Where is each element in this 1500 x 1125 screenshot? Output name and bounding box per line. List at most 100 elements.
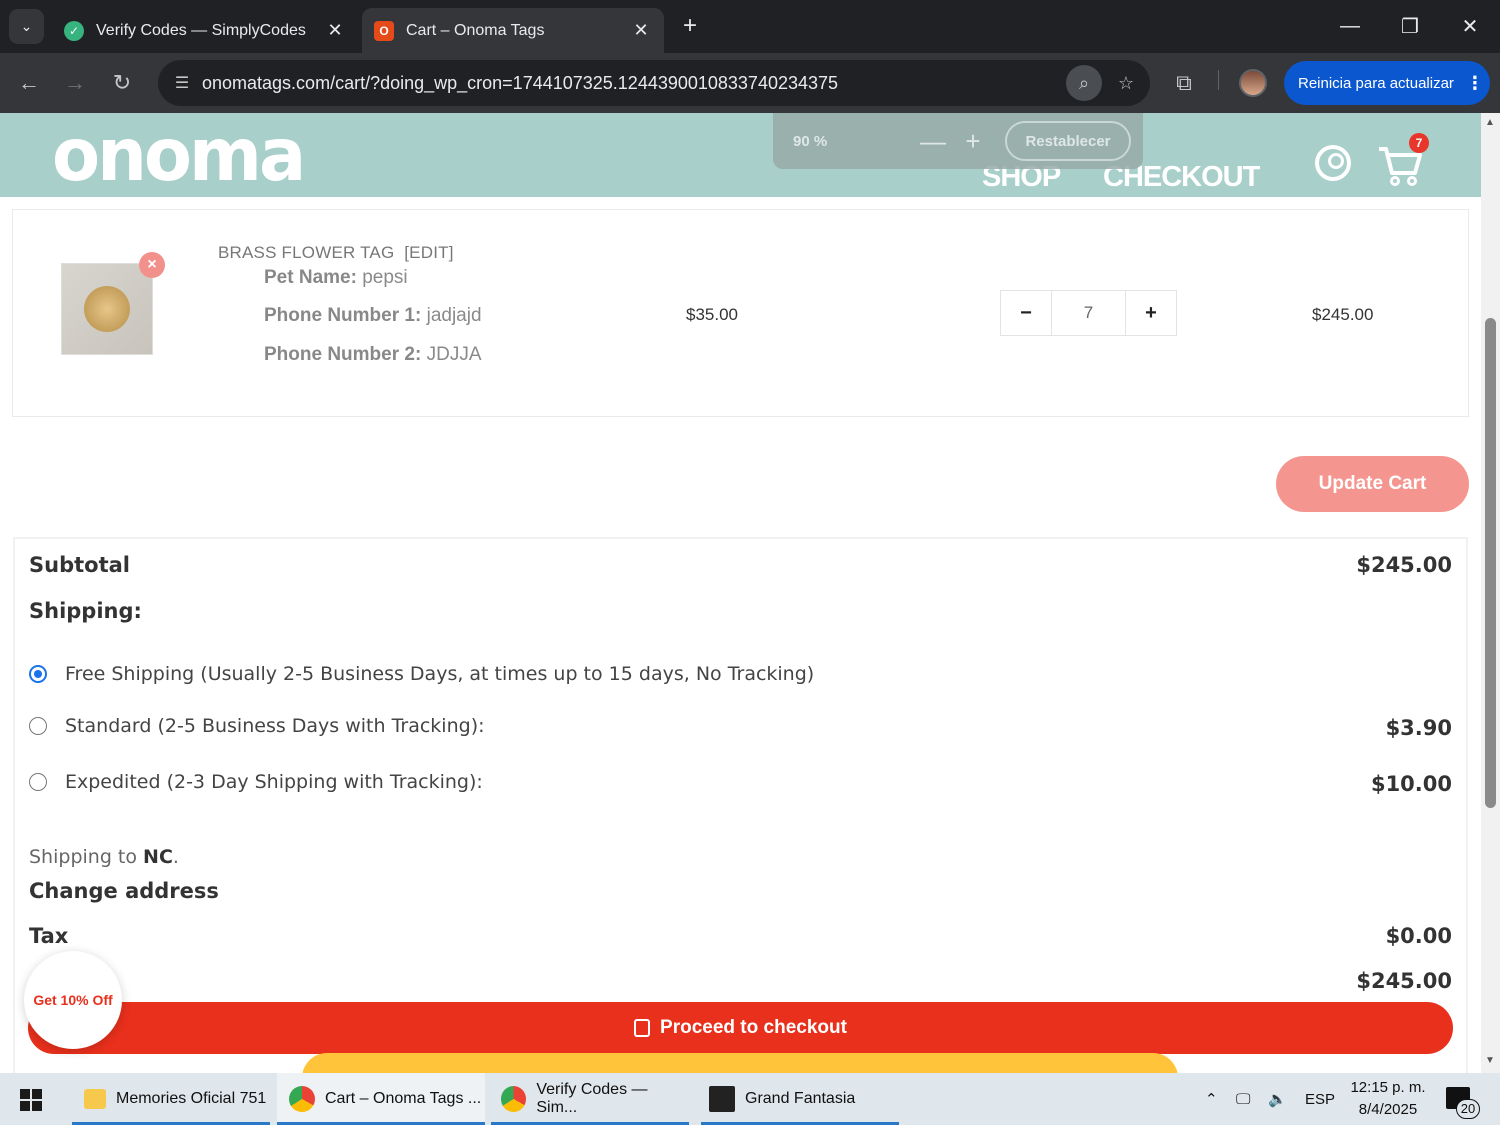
edit-item-link[interactable]: [EDIT]	[404, 243, 453, 262]
product-title: BRASS FLOWER TAG [EDIT]	[218, 243, 454, 263]
browser-toolbar: ← → ↻ ☰ onomatags.com/cart/?doing_wp_cro…	[0, 53, 1500, 113]
chrome-icon	[501, 1086, 527, 1112]
shipping-to-suffix: .	[172, 846, 179, 868]
taskbar-item-chrome-cart[interactable]: Cart – Onoma Tags ...	[277, 1073, 485, 1125]
zoom-reset-button[interactable]: Restablecer	[1005, 121, 1131, 161]
tab-cart-onoma[interactable]: O Cart – Onoma Tags ✕	[362, 8, 664, 53]
zoom-in-button[interactable]: +	[953, 126, 993, 157]
meta-value: pepsi	[362, 267, 408, 288]
zoom-popup: 90 % — + Restablecer	[773, 113, 1143, 169]
discount-bubble[interactable]: Get 10% Off	[24, 951, 122, 1049]
clock-time: 12:15 p. m.	[1350, 1079, 1426, 1096]
shipping-state: NC	[143, 846, 173, 868]
account-user-icon[interactable]	[1315, 145, 1351, 181]
tab-search-button[interactable]: ⌄	[9, 9, 44, 44]
forward-arrow-icon[interactable]: →	[57, 65, 93, 101]
taskbar-item-chrome-verify[interactable]: Verify Codes — Sim...	[491, 1073, 689, 1125]
radio-unselected[interactable]	[29, 717, 47, 735]
tray-chevron-up-icon[interactable]: ⌃	[1205, 1073, 1218, 1125]
site-header: onoma SHOP CHECKOUT 7	[0, 113, 1481, 197]
game-icon	[709, 1086, 735, 1112]
volume-icon[interactable]: 🔈	[1268, 1073, 1287, 1125]
minimize-icon[interactable]: —	[1320, 0, 1380, 53]
meta-phone-1: Phone Number 1: jadjajd	[264, 305, 482, 327]
toolbar-divider	[1218, 70, 1219, 90]
shipping-to-prefix: Shipping to	[29, 846, 137, 868]
folder-icon	[84, 1089, 106, 1109]
meta-label: Phone Number 1:	[264, 305, 422, 326]
proceed-label: Proceed to checkout	[660, 1017, 847, 1038]
close-icon[interactable]: ✕	[322, 20, 348, 41]
product-thumbnail[interactable]	[61, 263, 153, 355]
brass-tag-image	[84, 286, 130, 332]
zoom-level: 90 %	[793, 132, 828, 150]
update-cart-button[interactable]: Update Cart	[1276, 456, 1469, 512]
scrollbar-thumb[interactable]	[1485, 318, 1496, 808]
taskbar-item-game[interactable]: Grand Fantasia	[701, 1073, 899, 1125]
taskbar-item-folder[interactable]: Memories Oficial 751	[72, 1073, 270, 1125]
profile-avatar[interactable]	[1239, 69, 1267, 97]
zoom-out-button[interactable]: —	[913, 126, 953, 157]
url-text[interactable]: onomatags.com/cart/?doing_wp_cron=174410…	[202, 73, 1066, 94]
shipping-option-label: Standard (2-5 Business Days with Trackin…	[65, 715, 485, 737]
shopping-bag-icon	[634, 1019, 651, 1037]
quantity-stepper: − 7 +	[1000, 290, 1177, 336]
proceed-to-checkout-button[interactable]: Proceed to checkout	[28, 1002, 1453, 1054]
page-scrollbar[interactable]: ▲ ▼	[1481, 113, 1500, 1073]
extensions-puzzle-icon[interactable]: ⧉	[1166, 65, 1202, 101]
zoom-icon[interactable]: ⌕	[1066, 65, 1102, 101]
bookmark-star-icon[interactable]: ☆	[1108, 65, 1144, 101]
close-window-icon[interactable]: ✕	[1440, 0, 1500, 53]
page-viewport: onoma SHOP CHECKOUT 7 90 % — + Restablec…	[0, 113, 1500, 1073]
radio-unselected[interactable]	[29, 773, 47, 791]
address-bar[interactable]: ☰ onomatags.com/cart/?doing_wp_cron=1744…	[158, 60, 1150, 106]
taskbar-label: Grand Fantasia	[745, 1090, 856, 1107]
product-name-link[interactable]: BRASS FLOWER TAG	[218, 243, 394, 262]
site-settings-icon[interactable]: ☰	[162, 73, 202, 93]
quantity-increase-button[interactable]: +	[1126, 291, 1176, 335]
shipping-standard-price: $3.90	[1385, 716, 1452, 740]
taskbar-clock[interactable]: 12:15 p. m. 8/4/2025	[1348, 1077, 1428, 1121]
meta-pet-name: Pet Name: pepsi	[264, 267, 408, 289]
total-value: $245.00	[1356, 969, 1452, 993]
quantity-decrease-button[interactable]: −	[1001, 291, 1051, 335]
change-address-link[interactable]: Change address	[29, 879, 219, 903]
reload-icon[interactable]: ↻	[104, 65, 140, 101]
onoma-favicon-icon: O	[374, 20, 394, 41]
restore-icon[interactable]: ❐	[1380, 0, 1440, 53]
shipping-label: Shipping:	[29, 599, 142, 623]
shipping-option-label: Expedited (2-3 Day Shipping with Trackin…	[65, 771, 483, 793]
scroll-down-icon[interactable]: ▼	[1485, 1055, 1495, 1066]
onoma-logo[interactable]: onoma	[52, 115, 306, 195]
close-icon[interactable]: ✕	[628, 20, 654, 41]
update-label: Reinicia para actualizar	[1298, 74, 1454, 92]
network-icon[interactable]: 🖵	[1236, 1073, 1250, 1125]
meta-label: Pet Name:	[264, 267, 357, 288]
shipping-option-expedited[interactable]: Expedited (2-3 Day Shipping with Trackin…	[29, 771, 483, 793]
quantity-input[interactable]: 7	[1051, 291, 1126, 335]
cart-item-row: × BRASS FLOWER TAG [EDIT] Pet Name: peps…	[12, 209, 1469, 417]
shipping-expedited-price: $10.00	[1370, 772, 1452, 796]
cart-count-badge: 7	[1409, 133, 1429, 153]
radio-selected[interactable]	[29, 665, 47, 683]
chrome-icon	[289, 1086, 315, 1112]
scroll-up-icon[interactable]: ▲	[1485, 117, 1495, 128]
windows-taskbar: Memories Oficial 751 Cart – Onoma Tags .…	[0, 1073, 1500, 1125]
line-total: $245.00	[1312, 305, 1374, 324]
new-tab-button[interactable]: +	[676, 12, 704, 40]
restart-to-update-button[interactable]: Reinicia para actualizar ⋮	[1284, 61, 1490, 105]
back-arrow-icon[interactable]: ←	[11, 65, 47, 101]
shipping-destination: Shipping to NC.	[29, 846, 179, 868]
menu-dots-icon[interactable]: ⋮	[1466, 73, 1484, 94]
subtotal-label: Subtotal	[29, 553, 130, 577]
windows-start-icon[interactable]	[20, 1089, 42, 1111]
shipping-option-free[interactable]: Free Shipping (Usually 2-5 Business Days…	[29, 663, 814, 685]
paypal-button[interactable]	[302, 1053, 1178, 1073]
tax-value: $0.00	[1385, 924, 1452, 948]
tax-label: Tax	[29, 924, 69, 948]
remove-item-button[interactable]: ×	[139, 252, 165, 278]
tab-verify-codes[interactable]: ✓ Verify Codes — SimplyCodes ✕	[52, 8, 358, 53]
language-indicator[interactable]: ESP	[1305, 1073, 1335, 1125]
shipping-option-standard[interactable]: Standard (2-5 Business Days with Trackin…	[29, 715, 485, 737]
simplycodes-favicon-icon: ✓	[64, 20, 84, 41]
